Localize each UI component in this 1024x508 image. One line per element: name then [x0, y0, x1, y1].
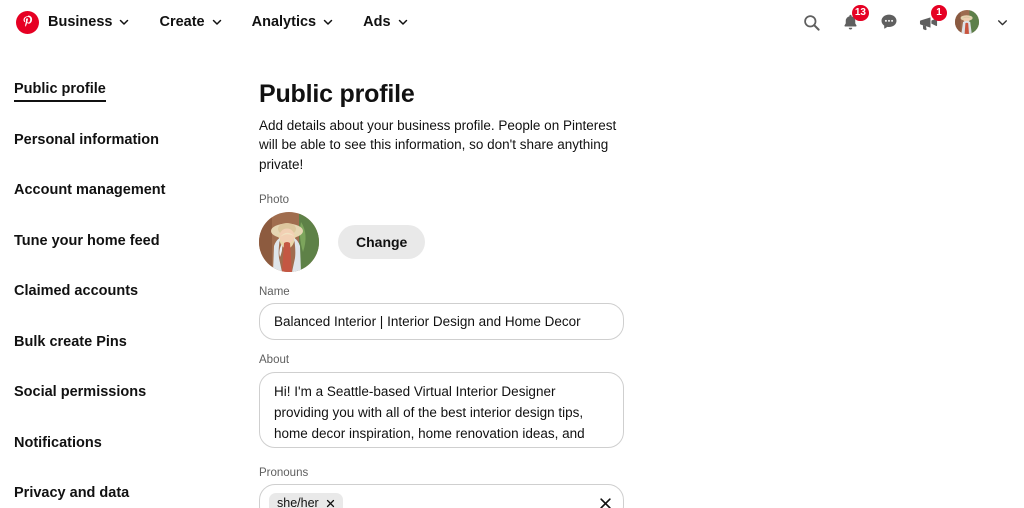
page-title: Public profile: [259, 80, 415, 108]
photo-label: Photo: [259, 194, 290, 207]
nav-left-group: Business Create Analytics Ads: [16, 9, 438, 35]
pronouns-label: Pronouns: [259, 466, 309, 479]
page-body: Public profile Personal information Acco…: [0, 44, 1024, 508]
chevron-down-icon: [322, 16, 334, 28]
sidebar-row: Social permissions: [14, 383, 259, 434]
notifications-bell-icon[interactable]: 13: [838, 5, 869, 34]
messages-chat-icon[interactable]: [877, 10, 901, 34]
nav-item-analytics-label: Analytics: [251, 14, 317, 30]
sidebar-item-account-management[interactable]: Account management: [14, 183, 165, 203]
sidebar-row: Account management: [14, 181, 259, 232]
sidebar-row: Tune your home feed: [14, 232, 259, 283]
profile-photo[interactable]: [259, 211, 319, 272]
nav-right-group: 13 1: [799, 5, 1010, 34]
about-label: About: [259, 354, 290, 367]
chevron-down-icon: [118, 16, 130, 28]
clear-pronouns-close-icon[interactable]: [599, 497, 612, 508]
change-photo-button[interactable]: Change: [338, 224, 426, 259]
pronoun-tag-label: she/her: [277, 496, 319, 508]
sidebar-item-notifications[interactable]: Notifications: [14, 435, 102, 456]
pronoun-tag: she/her: [269, 493, 343, 508]
nav-item-create[interactable]: Create: [159, 9, 222, 35]
pronouns-input[interactable]: she/her: [259, 484, 624, 508]
chevron-down-icon: [397, 16, 409, 28]
nav-item-ads-label: Ads: [363, 14, 391, 30]
sidebar-item-personal-information[interactable]: Personal information: [14, 132, 159, 153]
search-icon[interactable]: [799, 10, 823, 34]
remove-pronoun-close-icon[interactable]: [326, 499, 335, 508]
sidebar-item-privacy-and-data[interactable]: Privacy and data: [14, 486, 129, 506]
nav-item-business-label: Business: [48, 14, 113, 30]
chevron-down-icon: [211, 16, 223, 28]
sidebar-row: Claimed accounts: [14, 282, 259, 333]
sidebar-row: Personal information: [14, 131, 259, 182]
public-profile-form: Public profile Add details about your bu…: [259, 80, 1024, 508]
nav-item-business[interactable]: Business: [48, 9, 130, 35]
pronouns-field: Pronouns she/her Choose up to 2 sets of …: [259, 466, 1004, 508]
sidebar-row: Public profile: [14, 80, 259, 131]
name-label: Name: [259, 285, 290, 298]
nav-item-analytics[interactable]: Analytics: [252, 9, 334, 35]
account-menu-chevron-down-icon[interactable]: [994, 14, 1010, 30]
notifications-badge: 13: [851, 5, 869, 21]
settings-sidebar: Public profile Personal information Acco…: [0, 80, 259, 508]
about-textarea[interactable]: [259, 371, 624, 448]
announcements-badge: 1: [931, 5, 947, 21]
top-navigation-bar: Business Create Analytics Ads 13 1: [0, 0, 1024, 44]
about-field: About: [259, 355, 1004, 453]
nav-item-create-label: Create: [159, 14, 205, 30]
sidebar-item-bulk-create-pins[interactable]: Bulk create Pins: [14, 334, 127, 355]
photo-row: Change: [259, 211, 1004, 272]
announcements-megaphone-icon[interactable]: 1: [916, 5, 947, 34]
pinterest-logo-icon[interactable]: [16, 10, 39, 34]
name-field: Name: [259, 285, 1004, 341]
photo-field: Photo Change: [259, 195, 1004, 272]
name-input[interactable]: [259, 303, 624, 341]
sidebar-row: Privacy and data: [14, 484, 259, 508]
sidebar-row: Bulk create Pins: [14, 333, 259, 384]
sidebar-item-tune-your-home-feed[interactable]: Tune your home feed: [14, 233, 160, 254]
avatar[interactable]: [955, 10, 979, 34]
sidebar-item-social-permissions[interactable]: Social permissions: [14, 385, 146, 405]
sidebar-row: Notifications: [14, 434, 259, 485]
nav-item-ads[interactable]: Ads: [363, 9, 408, 35]
page-subtitle: Add details about your business profile.…: [259, 117, 617, 172]
sidebar-item-claimed-accounts[interactable]: Claimed accounts: [14, 284, 138, 304]
sidebar-item-public-profile[interactable]: Public profile: [14, 82, 106, 102]
